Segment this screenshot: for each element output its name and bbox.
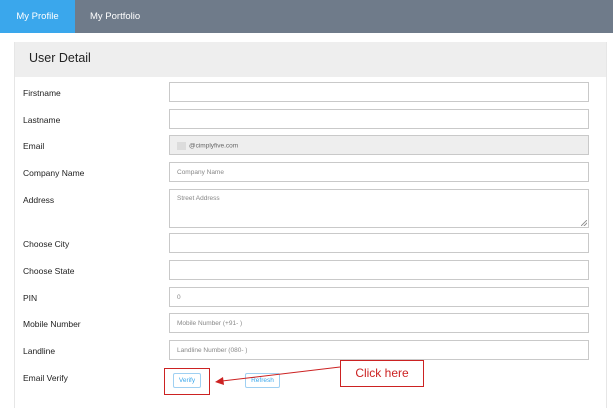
click-here-callout: Click here xyxy=(340,360,424,387)
annotation-arrow-icon xyxy=(215,366,341,385)
